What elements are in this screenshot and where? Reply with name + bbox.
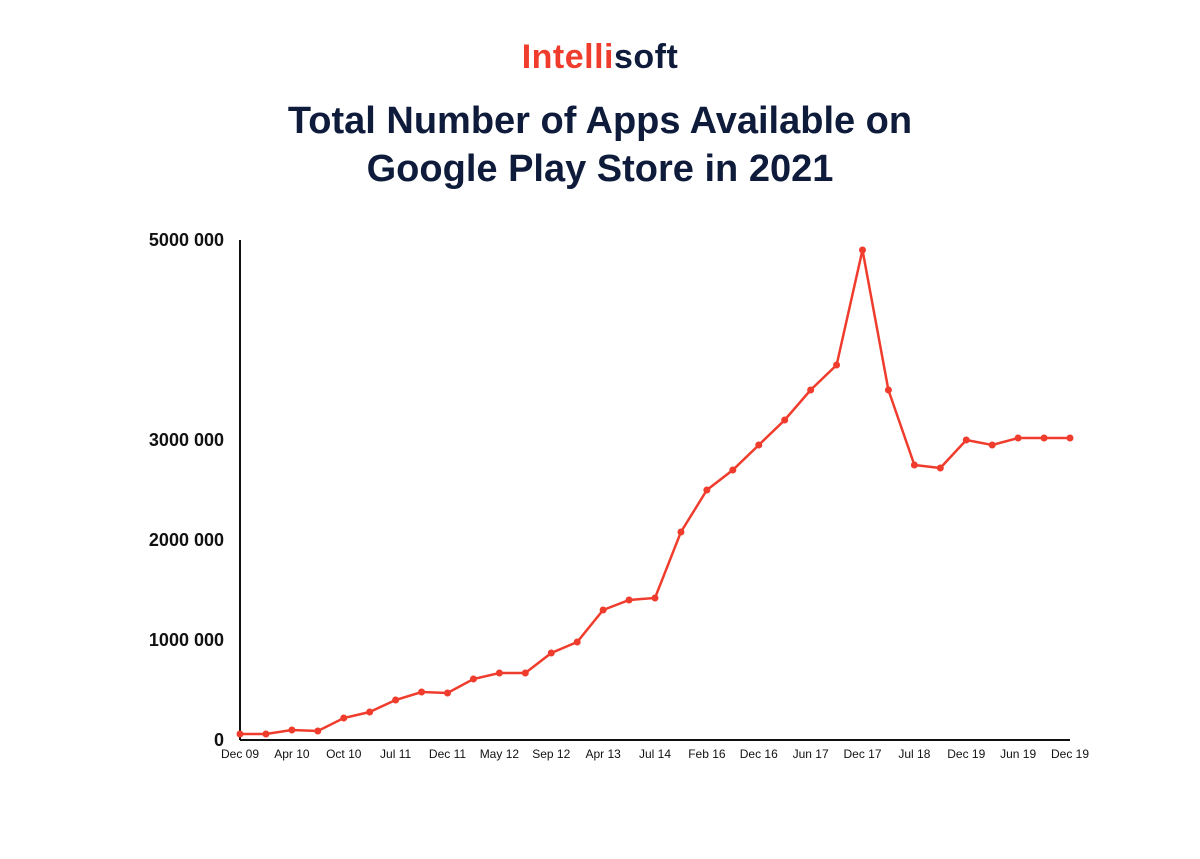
chart-page: Intellisoft Total Number of Apps Availab… [0, 0, 1200, 859]
x-tick-label: Jul 14 [639, 747, 671, 761]
x-tick-label: Dec 19 [1051, 747, 1089, 761]
data-point [755, 442, 762, 449]
data-point [1041, 435, 1048, 442]
data-point [288, 727, 295, 734]
x-tick-label: Apr 10 [274, 747, 310, 761]
x-tick-label: Jun 19 [1000, 747, 1036, 761]
data-point [574, 639, 581, 646]
data-point [1015, 435, 1022, 442]
data-point [937, 465, 944, 472]
data-point [781, 417, 788, 424]
x-tick-label: Dec 09 [221, 747, 259, 761]
data-point [496, 670, 503, 677]
y-tick-label: 2000 000 [149, 530, 224, 550]
data-point [366, 709, 373, 716]
data-point [626, 597, 633, 604]
data-point [963, 437, 970, 444]
x-tick-label: Apr 13 [585, 747, 621, 761]
data-point [885, 387, 892, 394]
series-line [240, 250, 1070, 734]
data-point [652, 595, 659, 602]
chart-title: Total Number of Apps Available onGoogle … [0, 98, 1200, 193]
x-tick-label: Dec 16 [740, 747, 778, 761]
x-tick-label: Dec 19 [947, 747, 985, 761]
y-tick-label: 3000 000 [149, 430, 224, 450]
data-point [833, 362, 840, 369]
y-tick-label: 1000 000 [149, 630, 224, 650]
data-point [548, 650, 555, 657]
data-point [729, 467, 736, 474]
brand-part-2: soft [614, 38, 678, 76]
data-point [703, 487, 710, 494]
data-point [1067, 435, 1074, 442]
data-point [522, 670, 529, 677]
x-tick-label: Jun 17 [793, 747, 829, 761]
x-tick-label: Dec 17 [843, 747, 881, 761]
data-point [989, 442, 996, 449]
x-tick-label: Jul 11 [380, 747, 411, 761]
data-point [470, 676, 477, 683]
data-point [859, 247, 866, 254]
data-point [262, 731, 269, 738]
data-point [600, 607, 607, 614]
x-tick-label: Feb 16 [688, 747, 726, 761]
line-chart: 01000 0002000 0003000 0005000 000Dec 09A… [130, 230, 1090, 790]
data-point [807, 387, 814, 394]
x-tick-label: Sep 12 [532, 747, 570, 761]
brand-part-1: Intelli [522, 38, 614, 76]
y-tick-label: 5000 000 [149, 230, 224, 250]
data-point [444, 690, 451, 697]
data-point [340, 715, 347, 722]
data-point [314, 728, 321, 735]
data-point [237, 731, 244, 738]
data-point [418, 689, 425, 696]
x-tick-label: May 12 [480, 747, 520, 761]
data-point [392, 697, 399, 704]
brand-logo: Intellisoft [0, 38, 1200, 77]
x-tick-label: Dec 11 [429, 747, 466, 761]
x-tick-label: Jul 18 [898, 747, 930, 761]
data-point [677, 529, 684, 536]
x-tick-label: Oct 10 [326, 747, 362, 761]
data-point [911, 462, 918, 469]
